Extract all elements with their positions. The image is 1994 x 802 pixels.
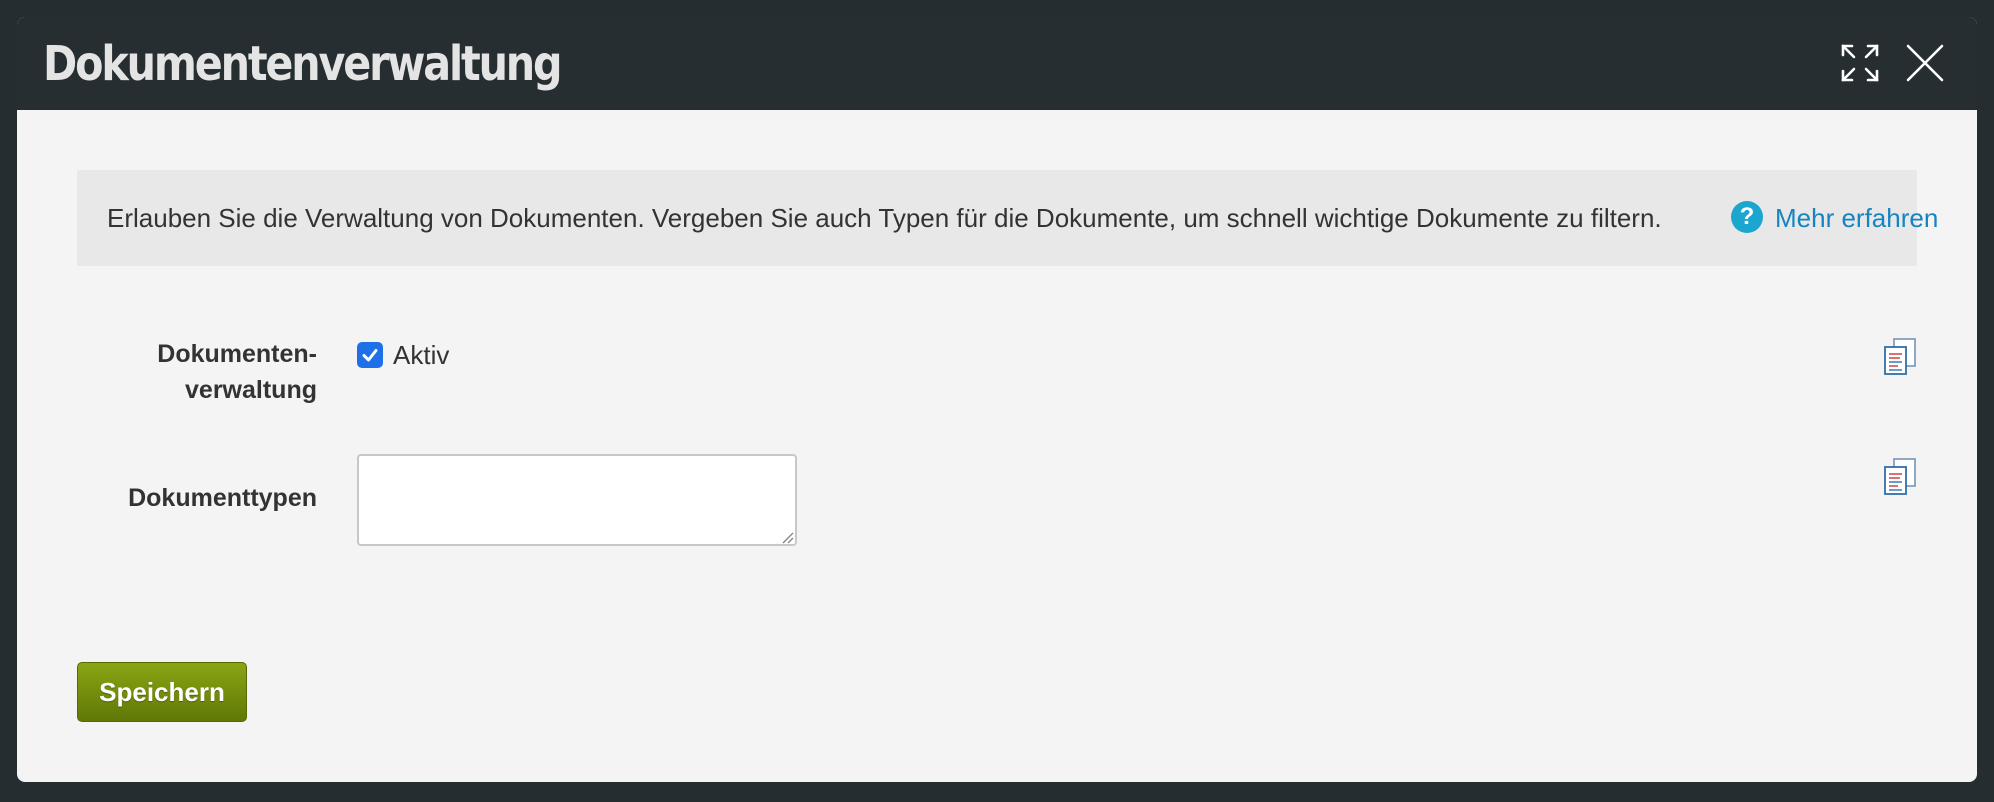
active-checkbox[interactable] (357, 342, 383, 368)
close-x-icon (1906, 44, 1944, 82)
document-management-label-line1: Dokumenten- (157, 340, 317, 368)
document-management-label: Dokumenten- verwaltung (57, 336, 317, 408)
resize-grip-icon[interactable] (780, 530, 794, 544)
help-icon[interactable]: ? (1731, 201, 1763, 233)
dialog-titlebar: Dokumentenverwaltung (17, 17, 1977, 110)
active-checkbox-field[interactable]: Aktiv (357, 340, 449, 370)
document-management-label-line2: verwaltung (185, 376, 317, 404)
info-box: Erlauben Sie die Verwaltung von Dokument… (77, 170, 1938, 266)
close-button[interactable] (1902, 40, 1948, 86)
dialog: Dokumentenverwaltung Erlauben Sie die Ve… (17, 17, 1977, 782)
save-button[interactable]: Speichern (77, 662, 247, 722)
active-checkbox-label: Aktiv (393, 339, 450, 370)
document-types-label: Dokumenttypen (128, 484, 317, 512)
maximize-button[interactable] (1837, 40, 1883, 86)
expand-arrows-icon (1841, 44, 1879, 82)
document-types-textarea[interactable] (357, 454, 797, 546)
learn-more-link[interactable]: Mehr erfahren (1775, 170, 1938, 266)
copy-document-icon[interactable] (1883, 338, 1917, 376)
copy-document-icon[interactable] (1883, 458, 1917, 496)
info-text: Erlauben Sie die Verwaltung von Dokument… (107, 203, 1662, 233)
checkmark-icon (362, 349, 378, 362)
dialog-title: Dokumentenverwaltung (43, 36, 563, 92)
